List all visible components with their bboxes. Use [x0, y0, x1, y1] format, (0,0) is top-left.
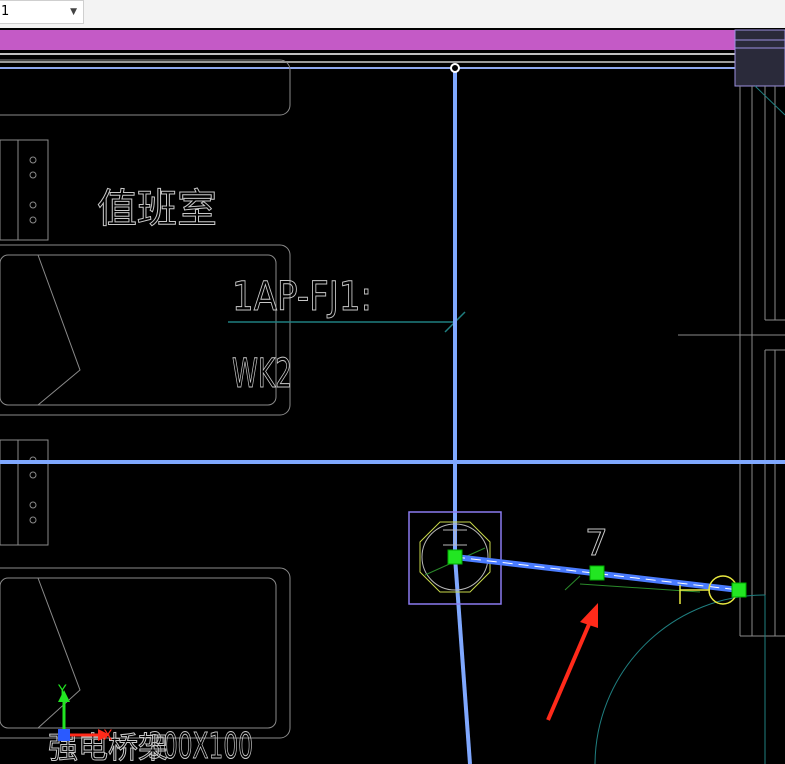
cad-application: 1 ▼ 值班室 1AP-FJ1: WK2 7 强电桥架 300X100 Y X: [0, 0, 785, 764]
magenta-wall-band: [0, 30, 785, 50]
ucs-icon: Y X: [57, 683, 113, 744]
selected-drop-line[interactable]: [453, 556, 472, 764]
layer-dropdown[interactable]: 1 ▼: [0, 0, 84, 24]
left-equipment-group: [0, 59, 291, 739]
circuit-label-line2: WK2: [232, 351, 292, 397]
top-toolbar: 1 ▼: [0, 0, 785, 29]
tray-size-label: 300X100: [148, 726, 253, 764]
layer-dropdown-value: 1: [1, 4, 10, 19]
grip-handle-end[interactable]: [731, 582, 747, 598]
endpoint-marker[interactable]: [450, 63, 460, 73]
annotation-arrow-head: [580, 603, 598, 628]
drawing-svg[interactable]: 值班室 1AP-FJ1: WK2 7 强电桥架 300X100 Y X: [0, 28, 785, 764]
room-label: 值班室: [97, 186, 217, 232]
ucs-y-label: Y: [57, 683, 67, 699]
ucs-x-label: X: [103, 728, 113, 744]
right-wall-group: [678, 85, 785, 637]
drawing-canvas[interactable]: 值班室 1AP-FJ1: WK2 7 强电桥架 300X100 Y X: [0, 28, 785, 764]
caret-down-icon[interactable]: ▼: [70, 1, 77, 23]
wire-tick-mark: [564, 575, 581, 591]
circuit-label-line1: 1AP-FJ1:: [232, 274, 372, 320]
grip-handle-mid[interactable]: [589, 565, 605, 581]
annotation-arrow-shaft: [546, 621, 592, 721]
segment-number-label: 7: [585, 523, 608, 564]
corner-block: [734, 29, 785, 87]
grip-handle-start[interactable]: [447, 549, 463, 565]
